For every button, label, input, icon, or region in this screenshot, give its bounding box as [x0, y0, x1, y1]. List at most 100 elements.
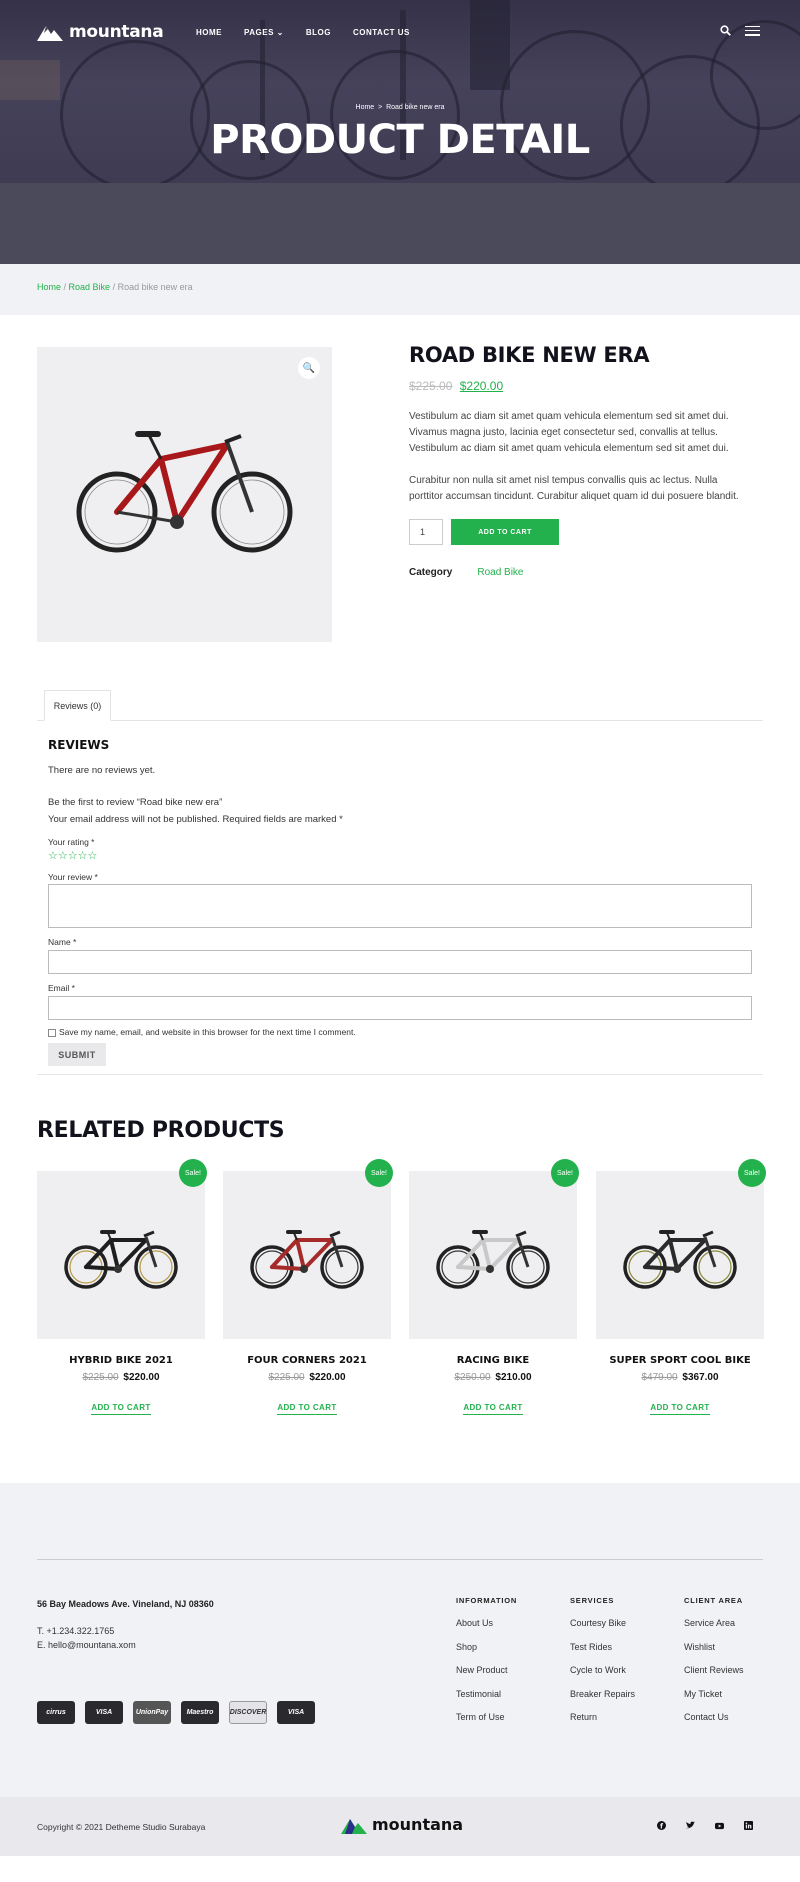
sale-badge: Sale! — [365, 1159, 393, 1187]
breadcrumb-sep-1: / — [61, 282, 69, 292]
hero-crumb-home[interactable]: Home — [356, 104, 375, 111]
category-link[interactable]: Road Bike — [477, 567, 523, 578]
footer-link[interactable]: Test Rides — [570, 1642, 635, 1666]
add-to-cart-link[interactable]: ADD TO CART — [91, 1403, 151, 1415]
product-card-old-price: $250.00 — [454, 1372, 491, 1383]
linkedin-icon[interactable] — [744, 1821, 753, 1830]
twitter-icon[interactable] — [686, 1821, 695, 1830]
email-field[interactable] — [48, 996, 752, 1020]
product-card[interactable]: Sale! SUPER SPORT COOL BIKE $479.00 $367… — [596, 1159, 766, 1415]
tab-reviews[interactable]: Reviews (0) — [44, 690, 111, 721]
product-card-image[interactable] — [223, 1171, 391, 1339]
product-card-sale-price: $210.00 — [495, 1372, 532, 1383]
add-to-cart-button[interactable]: ADD TO CART — [451, 519, 559, 545]
product-card-price: $225.00 $220.00 — [223, 1372, 391, 1383]
breadcrumb-current: Road bike new era — [117, 282, 193, 292]
bike-image — [623, 1230, 737, 1289]
copyright: Copyright © 2021 Detheme Studio Surabaya — [37, 1822, 206, 1832]
footer-link[interactable]: Cycle to Work — [570, 1665, 635, 1689]
quantity-input[interactable]: 1 — [409, 519, 443, 545]
submit-button[interactable]: SUBMIT — [48, 1043, 106, 1066]
product-card-sale-price: $220.00 — [309, 1372, 346, 1383]
zoom-icon[interactable]: 🔍 — [298, 357, 320, 379]
footer-logo[interactable]: mountana — [341, 1815, 463, 1834]
maestro-card-icon: Maestro — [181, 1701, 219, 1724]
product-card-name[interactable]: FOUR CORNERS 2021 — [223, 1355, 391, 1366]
facebook-icon[interactable]: f — [657, 1821, 666, 1830]
star-rating[interactable]: ☆☆☆☆☆ — [48, 849, 752, 862]
breadcrumb-category[interactable]: Road Bike — [69, 282, 111, 292]
save-info-row: Save my name, email, and website in this… — [48, 1027, 752, 1037]
product-card-name[interactable]: SUPER SPORT COOL BIKE — [596, 1355, 764, 1366]
product-card-image[interactable] — [409, 1171, 577, 1339]
footer-link[interactable]: Client Reviews — [684, 1665, 744, 1689]
footer-link[interactable]: New Product — [456, 1665, 517, 1689]
menu-hamburger-icon[interactable] — [745, 25, 760, 36]
nav-menu: HOME PAGES ⌄ BLOG CONTACT US — [196, 28, 410, 37]
youtube-icon[interactable] — [715, 1821, 724, 1830]
footer-phone: T. +1.234.322.1765 — [37, 1626, 115, 1636]
product-card[interactable]: Sale! RACING BIKE $250.00 $210.00 ADD TO… — [409, 1159, 579, 1415]
footer-link[interactable]: Shop — [456, 1642, 517, 1666]
nav-item-pages-label: PAGES — [244, 28, 274, 37]
nav-icons — [720, 25, 760, 36]
footer-link[interactable]: About Us — [456, 1618, 517, 1642]
footer-col-title: INFORMATION — [456, 1596, 518, 1605]
discover-card-icon: DISCOVER — [229, 1701, 267, 1724]
review-textarea[interactable] — [48, 884, 752, 928]
name-label: Name * — [48, 937, 77, 947]
nav-item-home[interactable]: HOME — [196, 28, 222, 37]
nav-item-contact[interactable]: CONTACT US — [353, 28, 410, 37]
footer-link[interactable]: Wishlist — [684, 1642, 744, 1666]
bike-image — [436, 1230, 550, 1289]
name-field[interactable] — [48, 950, 752, 974]
add-to-cart-link[interactable]: ADD TO CART — [277, 1403, 337, 1415]
product-card-name[interactable]: RACING BIKE — [409, 1355, 577, 1366]
add-to-cart-link[interactable]: ADD TO CART — [463, 1403, 523, 1415]
hero-breadcrumb: Home > Road bike new era — [0, 104, 800, 111]
logo-text: mountana — [69, 22, 164, 42]
required-note: Your email address will not be published… — [48, 814, 343, 825]
product-card-old-price: $225.00 — [268, 1372, 305, 1383]
no-reviews-text: There are no reviews yet. — [48, 765, 156, 776]
save-info-checkbox[interactable] — [48, 1028, 56, 1037]
email-label: Email * — [48, 983, 75, 993]
nav-item-pages[interactable]: PAGES ⌄ — [244, 28, 284, 37]
nav-item-blog[interactable]: BLOG — [306, 28, 331, 37]
tabs-divider — [37, 720, 763, 721]
chevron-down-icon: ⌄ — [276, 28, 284, 37]
product-desc-2: Curabitur non nulla sit amet nisl tempus… — [409, 475, 739, 502]
payment-methods: cirrus VISA UnionPay Maestro DISCOVER VI… — [37, 1701, 315, 1724]
footer-logo-text: mountana — [372, 1815, 464, 1834]
footer-link[interactable]: Return — [570, 1712, 635, 1736]
footer-link[interactable]: Contact Us — [684, 1712, 744, 1736]
product-card[interactable]: Sale! HYBRID BIKE 2021 $225.00 $220.00 A… — [37, 1159, 207, 1415]
footer-link[interactable]: Courtesy Bike — [570, 1618, 635, 1642]
footer-link[interactable]: Breaker Repairs — [570, 1689, 635, 1713]
product-card-name[interactable]: HYBRID BIKE 2021 — [37, 1355, 205, 1366]
product-card-price: $479.00 $367.00 — [596, 1372, 764, 1383]
bike-image — [64, 1230, 178, 1289]
breadcrumb-home[interactable]: Home — [37, 282, 61, 292]
visa-card-icon: VISA — [277, 1701, 315, 1724]
product-card[interactable]: Sale! FOUR CORNERS 2021 $225.00 $220.00 … — [223, 1159, 393, 1415]
product-card-image[interactable] — [37, 1171, 205, 1339]
product-section: 🔍 ROAD BIKE NEW ERA $225.00 $220.00 Vest… — [0, 315, 800, 665]
footer-divider — [37, 1559, 763, 1560]
search-icon[interactable] — [720, 25, 731, 36]
footer-link[interactable]: Testimonial — [456, 1689, 517, 1713]
breadcrumb-sep-2: / — [110, 282, 118, 292]
footer-link[interactable]: Term of Use — [456, 1712, 517, 1736]
logo[interactable]: mountana — [37, 22, 164, 42]
footer-link[interactable]: My Ticket — [684, 1689, 744, 1713]
product-info: ROAD BIKE NEW ERA $225.00 $220.00 Vestib… — [409, 343, 753, 578]
product-gallery[interactable]: 🔍 — [37, 347, 332, 642]
footer-bottom-bar: Copyright © 2021 Detheme Studio Surabaya… — [0, 1797, 800, 1856]
product-old-price: $225.00 — [409, 379, 453, 393]
footer-link-active[interactable]: Service Area — [684, 1618, 744, 1642]
product-desc-1: Vestibulum ac diam sit amet quam vehicul… — [409, 411, 729, 454]
mountain-logo-icon — [37, 26, 63, 41]
product-card-image[interactable] — [596, 1171, 764, 1339]
product-card-price: $225.00 $220.00 — [37, 1372, 205, 1383]
add-to-cart-link[interactable]: ADD TO CART — [650, 1403, 710, 1415]
